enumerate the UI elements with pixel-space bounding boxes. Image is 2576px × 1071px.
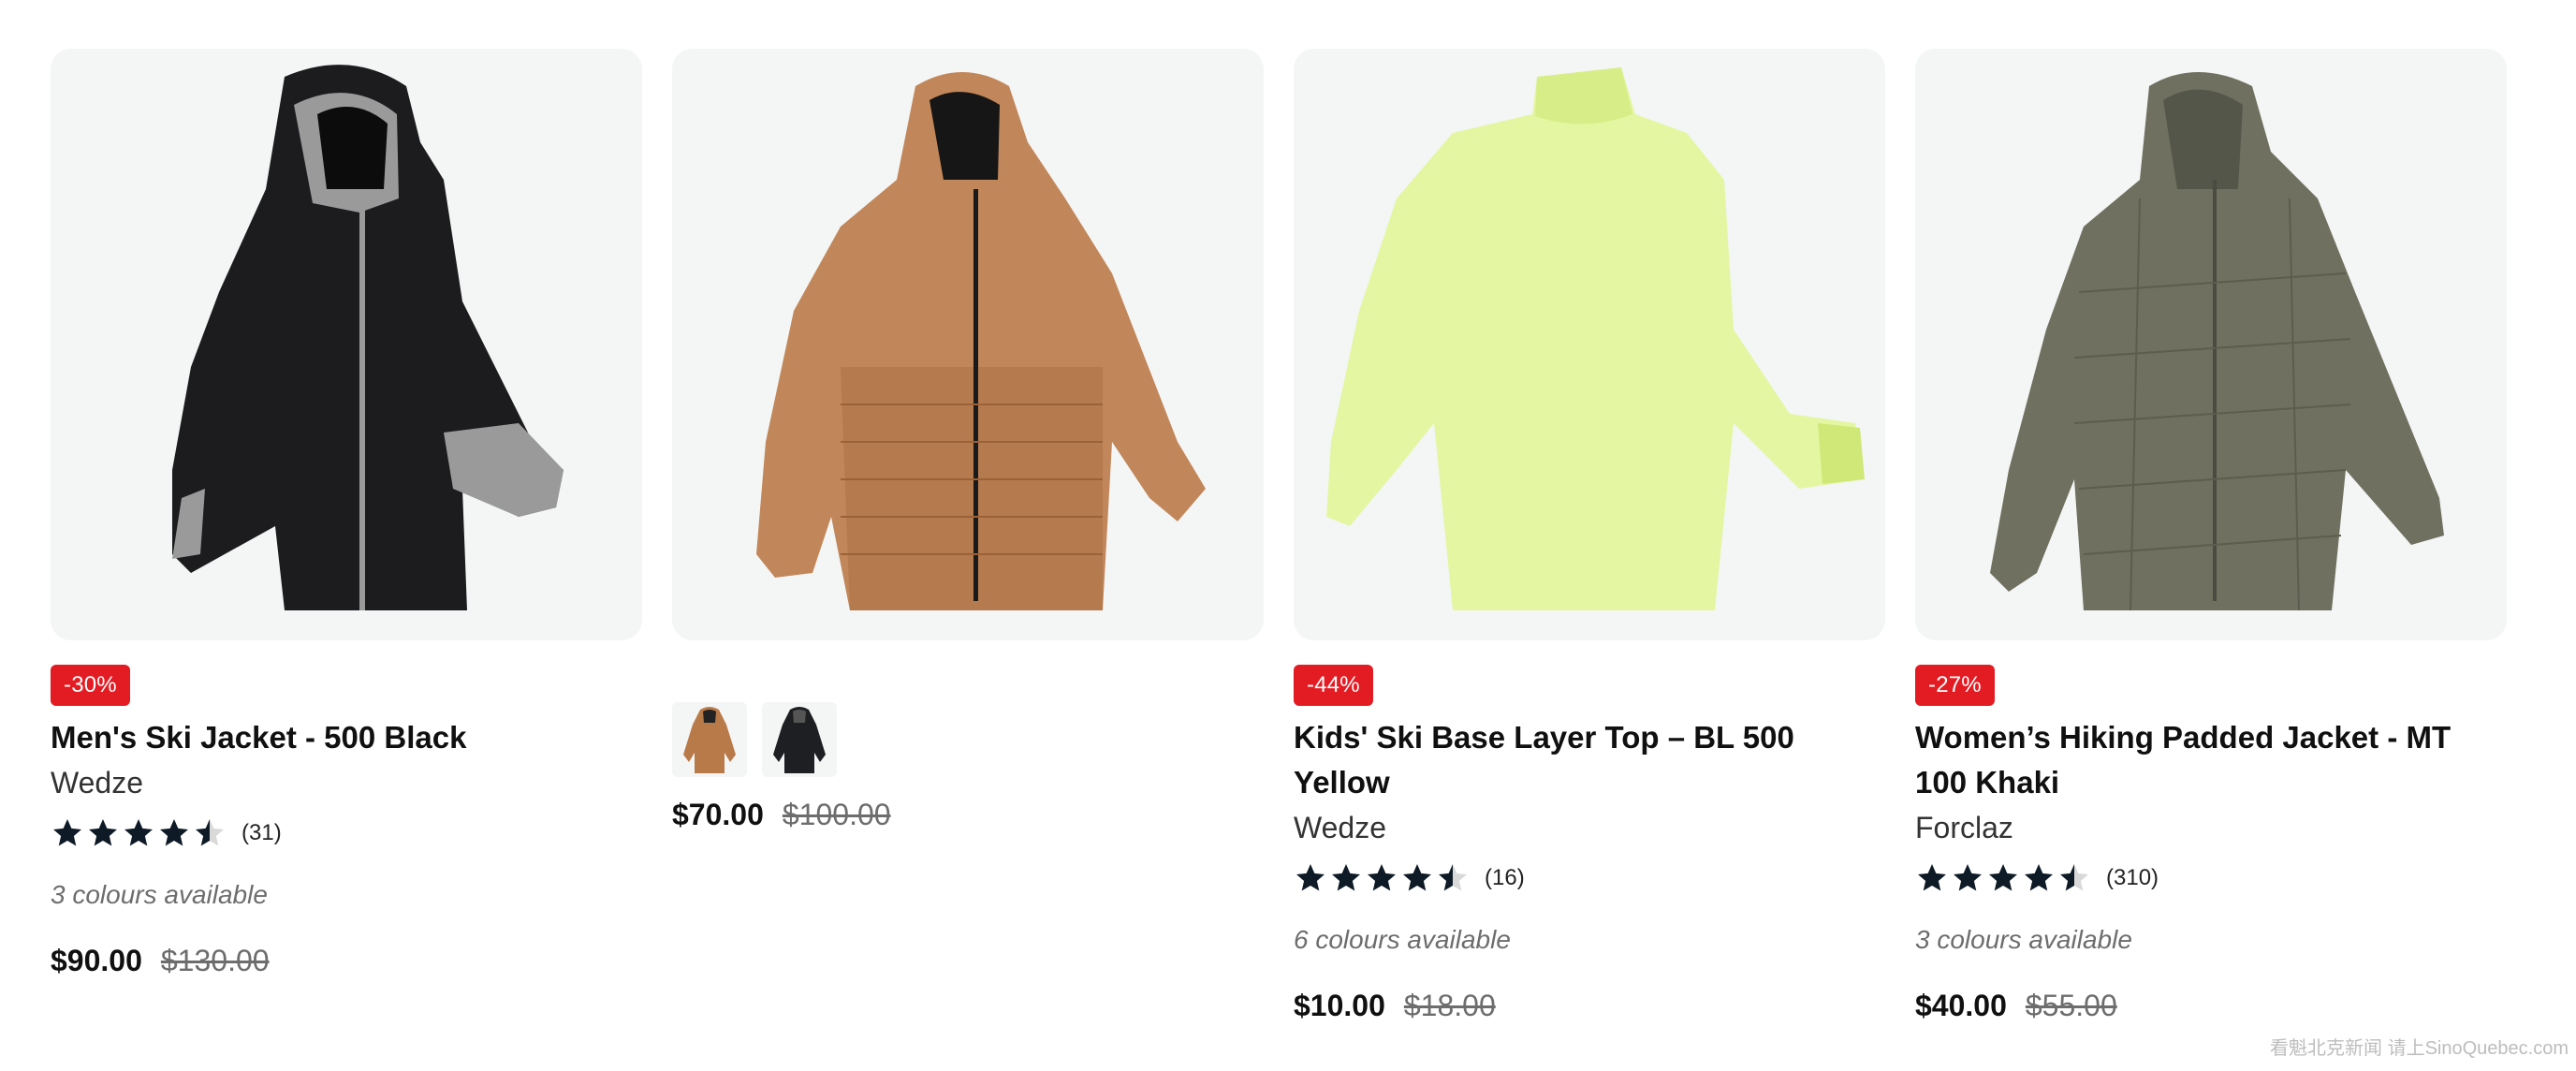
star-icon [1332, 864, 1360, 891]
original-price: $100.00 [782, 798, 891, 831]
star-icon [1403, 864, 1431, 891]
star-icon [196, 819, 224, 846]
colour-swatch[interactable] [762, 702, 837, 777]
star-icon [2025, 864, 2053, 891]
product-brand: Wedze [1294, 811, 1387, 844]
star-icon [1368, 864, 1396, 891]
star-icon [124, 819, 153, 846]
product-brand: Forclaz [1915, 811, 2013, 844]
price: $40.00 $55.00 [1915, 989, 2507, 1023]
current-price: $10.00 [1294, 989, 1385, 1022]
review-count: (16) [1485, 865, 1525, 890]
current-price: $40.00 [1915, 989, 2007, 1022]
original-price: $55.00 [2025, 989, 2117, 1022]
star-icon [2060, 864, 2088, 891]
product-title[interactable]: Women’s Hiking Padded Jacket - MT 100 Kh… [1915, 715, 2507, 805]
current-price: $70.00 [672, 798, 764, 831]
star-icon [1918, 864, 1946, 891]
product-grid: -30% Men's Ski Jacket - 500 Black Wedze … [51, 49, 2507, 1022]
khaki-padded-jacket-image [1990, 72, 2444, 611]
yellow-base-layer-top-image [1326, 67, 1865, 610]
star-icon [1439, 864, 1467, 891]
original-price: $130.00 [160, 944, 270, 977]
star-icon [160, 819, 188, 846]
colours-available: 3 colours available [1915, 925, 2132, 954]
star-icon [1954, 864, 1982, 891]
watermark: 看魁北克新闻 请上SinoQuebec.com [2270, 1038, 2569, 1059]
black-ski-jacket-image [172, 65, 564, 611]
star-rating [1915, 861, 2091, 895]
rating: (31) [51, 809, 642, 858]
colour-swatch[interactable] [672, 702, 747, 777]
star-icon [1989, 864, 2017, 891]
discount-badge: -27% [1915, 665, 1995, 706]
black-jacket-swatch [773, 707, 826, 773]
product-card[interactable]: -27% Women’s Hiking Padded Jacket - MT 1… [1915, 49, 2507, 1022]
star-icon [53, 819, 81, 846]
brown-jacket-swatch [683, 707, 736, 773]
star-rating [51, 816, 227, 850]
product-image[interactable] [1915, 49, 2507, 640]
original-price: $18.00 [1403, 989, 1496, 1022]
product-title[interactable]: Kids' Ski Base Layer Top – BL 500 Yellow [1294, 715, 1885, 805]
product-card[interactable]: -30% Men's Ski Jacket - 500 Black Wedze … [51, 49, 642, 977]
colours-available: 3 colours available [51, 880, 268, 909]
colour-swatches [672, 702, 837, 777]
colours-available: 6 colours available [1294, 925, 1511, 954]
price: $70.00 $100.00 [672, 798, 891, 832]
price: $90.00 $130.00 [51, 944, 642, 978]
product-title[interactable]: Men's Ski Jacket - 500 Black [51, 715, 642, 760]
rating: (16) [1294, 854, 1885, 902]
rating: (310) [1915, 854, 2507, 902]
review-count: (310) [2106, 865, 2159, 890]
discount-badge: -30% [51, 665, 130, 706]
product-card[interactable]: -44% Kids' Ski Base Layer Top – BL 500 Y… [1294, 49, 1885, 1022]
product-image[interactable] [1294, 49, 1885, 640]
product-brand: Wedze [51, 766, 144, 800]
product-image[interactable] [51, 49, 642, 640]
brown-padded-jacket-image [756, 72, 1206, 610]
current-price: $90.00 [51, 944, 142, 977]
star-rating [1294, 861, 1470, 895]
product-card[interactable]: $70.00 $100.00 [672, 49, 1264, 831]
discount-badge: -44% [1294, 665, 1373, 706]
price: $10.00 $18.00 [1294, 989, 1885, 1023]
star-icon [1296, 864, 1325, 891]
star-icon [89, 819, 117, 846]
review-count: (31) [242, 820, 282, 845]
product-image[interactable] [672, 49, 1264, 640]
